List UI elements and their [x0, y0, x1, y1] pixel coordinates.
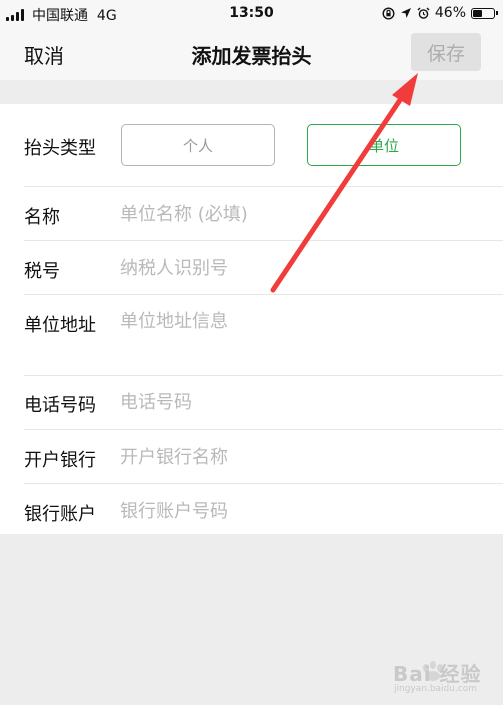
battery-icon: [471, 7, 498, 19]
type-option-person[interactable]: 个人: [121, 124, 275, 166]
name-label: 名称: [24, 207, 60, 228]
watermark-url: jingyan.baidu.com: [394, 684, 478, 694]
tax-label: 税号: [24, 261, 60, 282]
save-button[interactable]: 保存: [411, 33, 481, 71]
battery-level: [473, 9, 482, 17]
lock-rotation-icon: [382, 6, 395, 20]
bank-label: 开户银行: [24, 450, 96, 471]
account-label: 银行账户: [24, 504, 96, 525]
name-input[interactable]: [120, 201, 483, 227]
account-input[interactable]: [120, 498, 483, 524]
type-option-unit[interactable]: 单位: [307, 124, 461, 166]
address-label: 单位地址: [24, 315, 96, 336]
battery-percent: 46%: [434, 5, 466, 21]
cancel-button[interactable]: 取消: [24, 40, 64, 69]
address-input[interactable]: [120, 309, 483, 365]
phone-row: 电话号码: [0, 376, 503, 429]
tax-row: 税号: [0, 241, 503, 294]
address-row: 单位地址: [0, 295, 503, 375]
invoice-title-form: 抬头类型 个人 单位 名称 税号 单位地址 电话号码 开户银行 银行账户: [0, 104, 503, 534]
status-bar: 中国联通 4G 13:50 46%: [0, 0, 503, 28]
watermark-text: Bai 经验: [393, 662, 482, 686]
bank-row: 开户银行: [0, 430, 503, 483]
nav-bar: 取消 添加发票抬头 保存: [0, 28, 503, 80]
phone-input[interactable]: [120, 389, 483, 415]
alarm-icon: [417, 7, 430, 19]
tax-id-input[interactable]: [120, 255, 483, 281]
status-icons: 46%: [382, 5, 498, 21]
name-row: 名称: [0, 187, 503, 240]
bank-input[interactable]: [120, 444, 483, 470]
location-icon: [400, 8, 411, 18]
account-row: 银行账户: [0, 484, 503, 534]
title-type-row: 抬头类型 个人 单位: [0, 104, 503, 186]
phone-label: 电话号码: [24, 395, 96, 416]
title-type-label: 抬头类型: [24, 138, 96, 159]
